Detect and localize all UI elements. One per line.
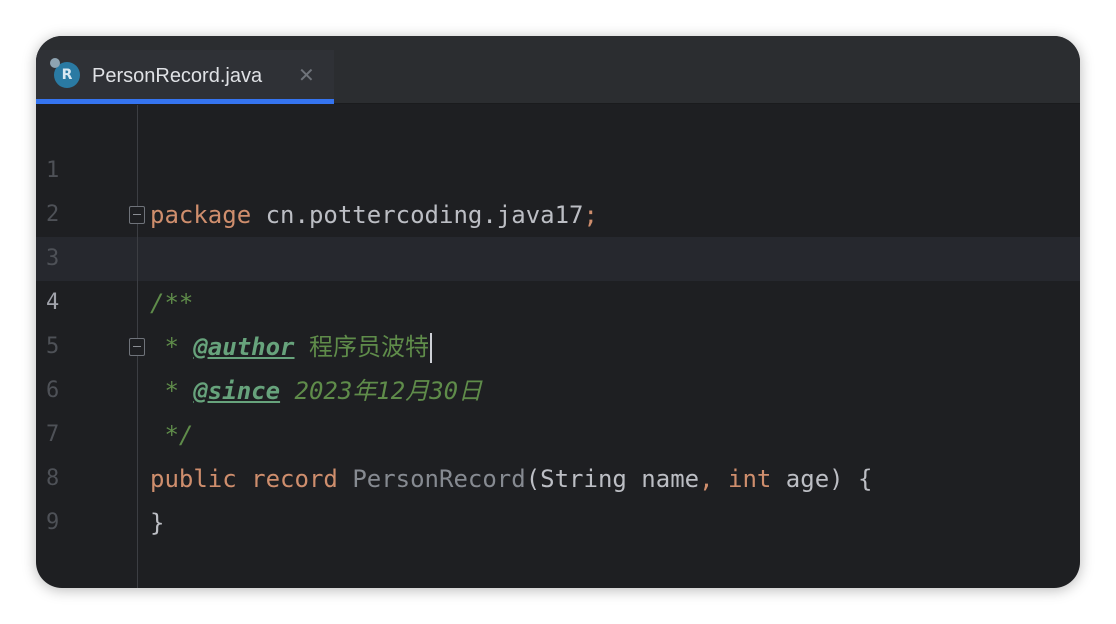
fold-collapse-icon[interactable] [129, 206, 145, 224]
code-line: 2 [36, 149, 1080, 227]
lock-badge-icon [50, 58, 60, 68]
close-icon[interactable]: ✕ [298, 63, 315, 87]
code-line: 6 */ [36, 325, 1080, 449]
tab-title: PersonRecord.java [92, 65, 263, 87]
editor-window: R PersonRecord.java ✕ 1 package cn.potte… [36, 36, 1080, 588]
closing-brace: } [150, 509, 165, 537]
code-editor[interactable]: 1 package cn.pottercoding.java17; 2 3 /*… [36, 105, 1080, 588]
code-line: 9 [36, 457, 1080, 535]
code-line: 1 package cn.pottercoding.java17; [36, 105, 1080, 229]
code-line: 8 } [36, 413, 1080, 537]
line-number: 9 [46, 510, 60, 535]
code-line: 3 /** [36, 193, 1080, 317]
tab-person-record[interactable]: R PersonRecord.java ✕ [36, 50, 334, 104]
fold-end-icon[interactable] [129, 338, 145, 356]
code-line: 4 * @author 程序员波特 [36, 237, 1080, 363]
code-line: 5 * @since 2023年12月30日 [36, 281, 1080, 405]
tab-bar: R PersonRecord.java ✕ [36, 36, 1080, 104]
code-line: 7 public record PersonRecord(String name… [36, 369, 1080, 493]
